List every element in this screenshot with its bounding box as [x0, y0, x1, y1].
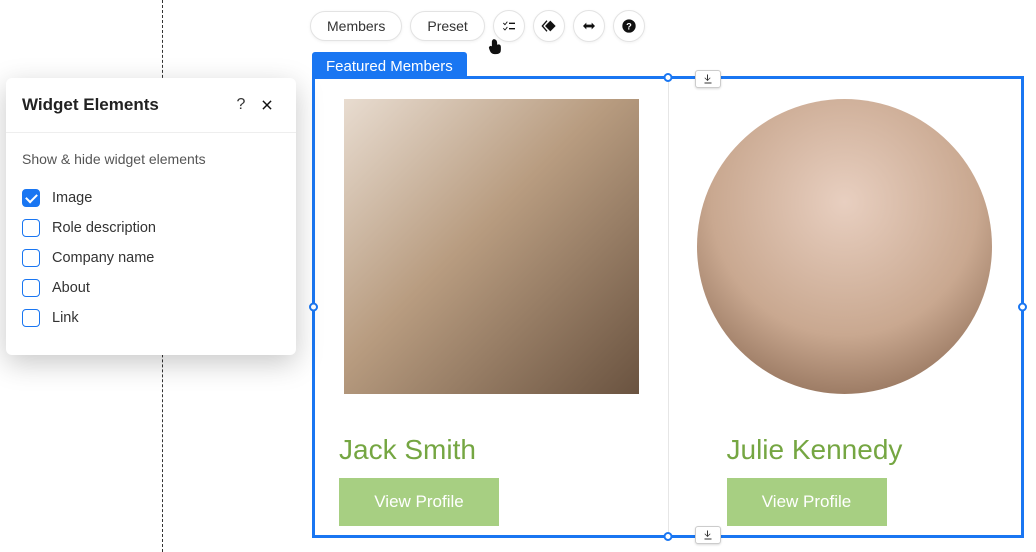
help-icon-button[interactable]: ? — [613, 10, 645, 42]
option-label: Role description — [52, 220, 156, 236]
download-icon — [702, 73, 714, 85]
option-label: Link — [52, 310, 79, 326]
stretch-icon-button[interactable] — [573, 10, 605, 42]
download-icon — [702, 529, 714, 541]
members-button[interactable]: Members — [310, 11, 402, 41]
option-row[interactable]: Image — [22, 183, 280, 213]
option-label: About — [52, 280, 90, 296]
anchor-top-button[interactable] — [695, 70, 721, 88]
preset-button[interactable]: Preset — [410, 11, 484, 41]
animation-icon-button[interactable] — [533, 10, 565, 42]
option-label: Company name — [52, 250, 154, 266]
checkbox[interactable] — [22, 189, 40, 207]
member-image — [344, 99, 639, 394]
anchor-bottom-button[interactable] — [695, 526, 721, 544]
panel-subtitle: Show & hide widget elements — [22, 151, 280, 167]
resize-handle-left[interactable] — [309, 303, 318, 312]
checklist-icon — [501, 18, 517, 34]
panel-help-button[interactable]: ? — [228, 92, 254, 118]
option-row[interactable]: About — [22, 273, 280, 303]
member-card: Julie Kennedy View Profile — [669, 79, 1022, 535]
member-card: Jack Smith View Profile — [315, 79, 668, 535]
question-icon: ? — [237, 96, 246, 114]
option-row[interactable]: Company name — [22, 243, 280, 273]
resize-handle-bottom[interactable] — [664, 532, 673, 541]
checkbox[interactable] — [22, 309, 40, 327]
member-name: Jack Smith — [339, 434, 644, 466]
cursor-pointer-icon — [487, 38, 505, 61]
widget-toolbar: Members Preset ? — [310, 10, 645, 42]
stretch-horizontal-icon — [581, 18, 597, 34]
question-icon: ? — [621, 18, 637, 34]
close-icon — [260, 98, 274, 112]
option-row[interactable]: Role description — [22, 213, 280, 243]
option-label: Image — [52, 190, 92, 206]
checkbox[interactable] — [22, 279, 40, 297]
checkbox[interactable] — [22, 219, 40, 237]
featured-members-widget[interactable]: Jack Smith View Profile Julie Kennedy Vi… — [312, 76, 1024, 538]
member-cards-row: Jack Smith View Profile Julie Kennedy Vi… — [315, 79, 1021, 535]
checkbox[interactable] — [22, 249, 40, 267]
widget-elements-panel: Widget Elements ? Show & hide widget ele… — [6, 78, 296, 355]
member-name: Julie Kennedy — [693, 434, 903, 466]
svg-text:?: ? — [626, 21, 632, 31]
view-profile-button[interactable]: View Profile — [339, 478, 499, 526]
panel-close-button[interactable] — [254, 92, 280, 118]
resize-handle-top[interactable] — [664, 73, 673, 82]
panel-body: Show & hide widget elements Image Role de… — [6, 133, 296, 355]
option-row[interactable]: Link — [22, 303, 280, 333]
diamond-motion-icon — [541, 18, 557, 34]
panel-header: Widget Elements ? — [6, 78, 296, 133]
resize-handle-right[interactable] — [1018, 303, 1027, 312]
panel-title: Widget Elements — [22, 95, 228, 115]
view-profile-button[interactable]: View Profile — [727, 478, 887, 526]
member-image — [697, 99, 992, 394]
